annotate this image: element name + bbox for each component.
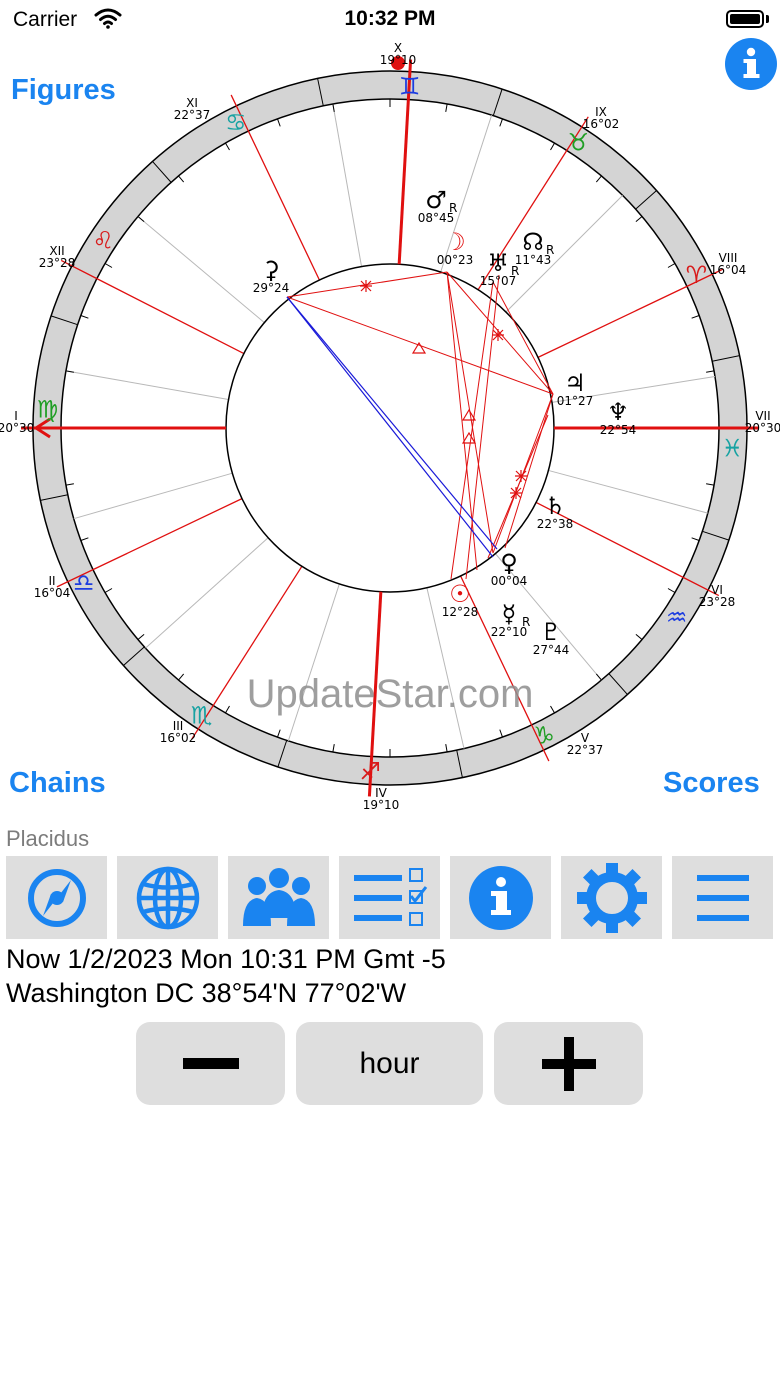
neptune-icon: ♆ bbox=[607, 398, 629, 426]
moon-icon: ☽ bbox=[444, 228, 466, 256]
scores-link[interactable]: Scores bbox=[663, 767, 760, 800]
leo-sign-icon: ♌ bbox=[93, 227, 115, 255]
planet-degree: 22°38 bbox=[537, 517, 574, 531]
aspect-marker bbox=[492, 329, 504, 341]
plus-icon bbox=[541, 1036, 596, 1091]
mercury-icon: ☿ bbox=[502, 600, 517, 628]
people-icon bbox=[242, 867, 315, 926]
planet-degree: 01°27 bbox=[557, 394, 594, 408]
capricorn-sign-icon: ♑ bbox=[533, 721, 555, 749]
jupiter-icon: ♃ bbox=[564, 369, 586, 397]
house-degree: 23°28 bbox=[39, 256, 76, 270]
uranus-icon: ♅ bbox=[487, 249, 509, 277]
gear-icon bbox=[576, 862, 647, 933]
retrograde-marker: R bbox=[522, 615, 530, 629]
sun-icon: ☉ bbox=[449, 580, 471, 608]
house-degree: 19°10 bbox=[380, 53, 417, 67]
house-degree: 20°30 bbox=[745, 421, 780, 435]
increment-button[interactable] bbox=[494, 1022, 643, 1105]
menu-icon bbox=[696, 874, 749, 921]
house-degree: 22°37 bbox=[567, 743, 604, 757]
house-degree: 16°04 bbox=[34, 586, 71, 600]
battery-icon bbox=[726, 10, 764, 28]
planet-degree: 29°24 bbox=[253, 281, 290, 295]
planet-degree: 22°54 bbox=[600, 423, 637, 437]
minus-icon bbox=[182, 1057, 239, 1069]
settings-button[interactable] bbox=[561, 856, 662, 939]
datetime-line[interactable]: Now 1/2/2023 Mon 10:31 PM Gmt -5 bbox=[6, 944, 446, 975]
mars-icon: ♂ bbox=[425, 186, 447, 214]
house-degree: 16°04 bbox=[710, 263, 747, 277]
status-bar: Carrier 10:32 PM bbox=[0, 0, 780, 40]
retrograde-marker: R bbox=[449, 201, 457, 215]
cancer-sign-icon: ♋ bbox=[225, 109, 247, 137]
status-time: 10:32 PM bbox=[344, 7, 436, 30]
planet-degree: 12°28 bbox=[442, 605, 479, 619]
saturn-icon: ♄ bbox=[544, 492, 566, 520]
house-degree: 23°28 bbox=[699, 595, 736, 609]
node-icon: ☊ bbox=[522, 228, 543, 256]
info-icon bbox=[468, 865, 533, 930]
info-toolbar-button[interactable] bbox=[450, 856, 551, 939]
checklist-button[interactable] bbox=[339, 856, 440, 939]
planet-degree: 27°44 bbox=[533, 643, 570, 657]
taurus-sign-icon: ♉ bbox=[568, 128, 590, 156]
compass-icon bbox=[27, 868, 86, 927]
planet-degree: 00°04 bbox=[491, 574, 528, 588]
menu-button[interactable] bbox=[672, 856, 773, 939]
house-degree: 19°10 bbox=[363, 798, 400, 812]
sagittarius-sign-icon: ♐ bbox=[359, 757, 381, 785]
virgo-sign-icon: ♍ bbox=[37, 395, 59, 423]
gemini-sign-icon: ♊ bbox=[399, 73, 421, 101]
aquarius-sign-icon: ♒ bbox=[666, 603, 688, 631]
house-degree: 22°37 bbox=[174, 108, 211, 122]
battery-cap bbox=[766, 15, 769, 23]
retrograde-marker: R bbox=[546, 243, 554, 257]
aries-sign-icon: ♈ bbox=[686, 261, 708, 289]
people-button[interactable] bbox=[228, 856, 329, 939]
aspect-marker bbox=[360, 280, 372, 292]
time-unit-button[interactable]: hour bbox=[296, 1022, 483, 1105]
ceres-icon: ⚳ bbox=[262, 256, 280, 284]
pluto-icon: ♇ bbox=[540, 618, 562, 646]
venus-icon: ♀ bbox=[500, 549, 518, 577]
chains-link[interactable]: Chains bbox=[9, 767, 106, 800]
house-system-label: Placidus bbox=[6, 826, 90, 851]
inner-circle bbox=[225, 263, 555, 593]
pisces-sign-icon: ♓ bbox=[722, 435, 744, 463]
libra-sign-icon: ♎ bbox=[73, 569, 95, 597]
globe-icon bbox=[136, 866, 199, 929]
aspect-marker bbox=[515, 470, 527, 482]
watermark-text: UpdateStar.com bbox=[246, 672, 534, 716]
decrement-button[interactable] bbox=[136, 1022, 285, 1105]
checklist-icon bbox=[353, 867, 427, 926]
planet-degree: 00°23 bbox=[437, 253, 474, 267]
globe-button[interactable] bbox=[117, 856, 218, 939]
house-degree: 16°02 bbox=[160, 731, 197, 745]
compass-button[interactable] bbox=[6, 856, 107, 939]
location-line[interactable]: Washington DC 38°54'N 77°02'W bbox=[6, 978, 406, 1009]
house-degree: 20°30 bbox=[0, 421, 34, 435]
aspect-marker bbox=[510, 487, 522, 499]
